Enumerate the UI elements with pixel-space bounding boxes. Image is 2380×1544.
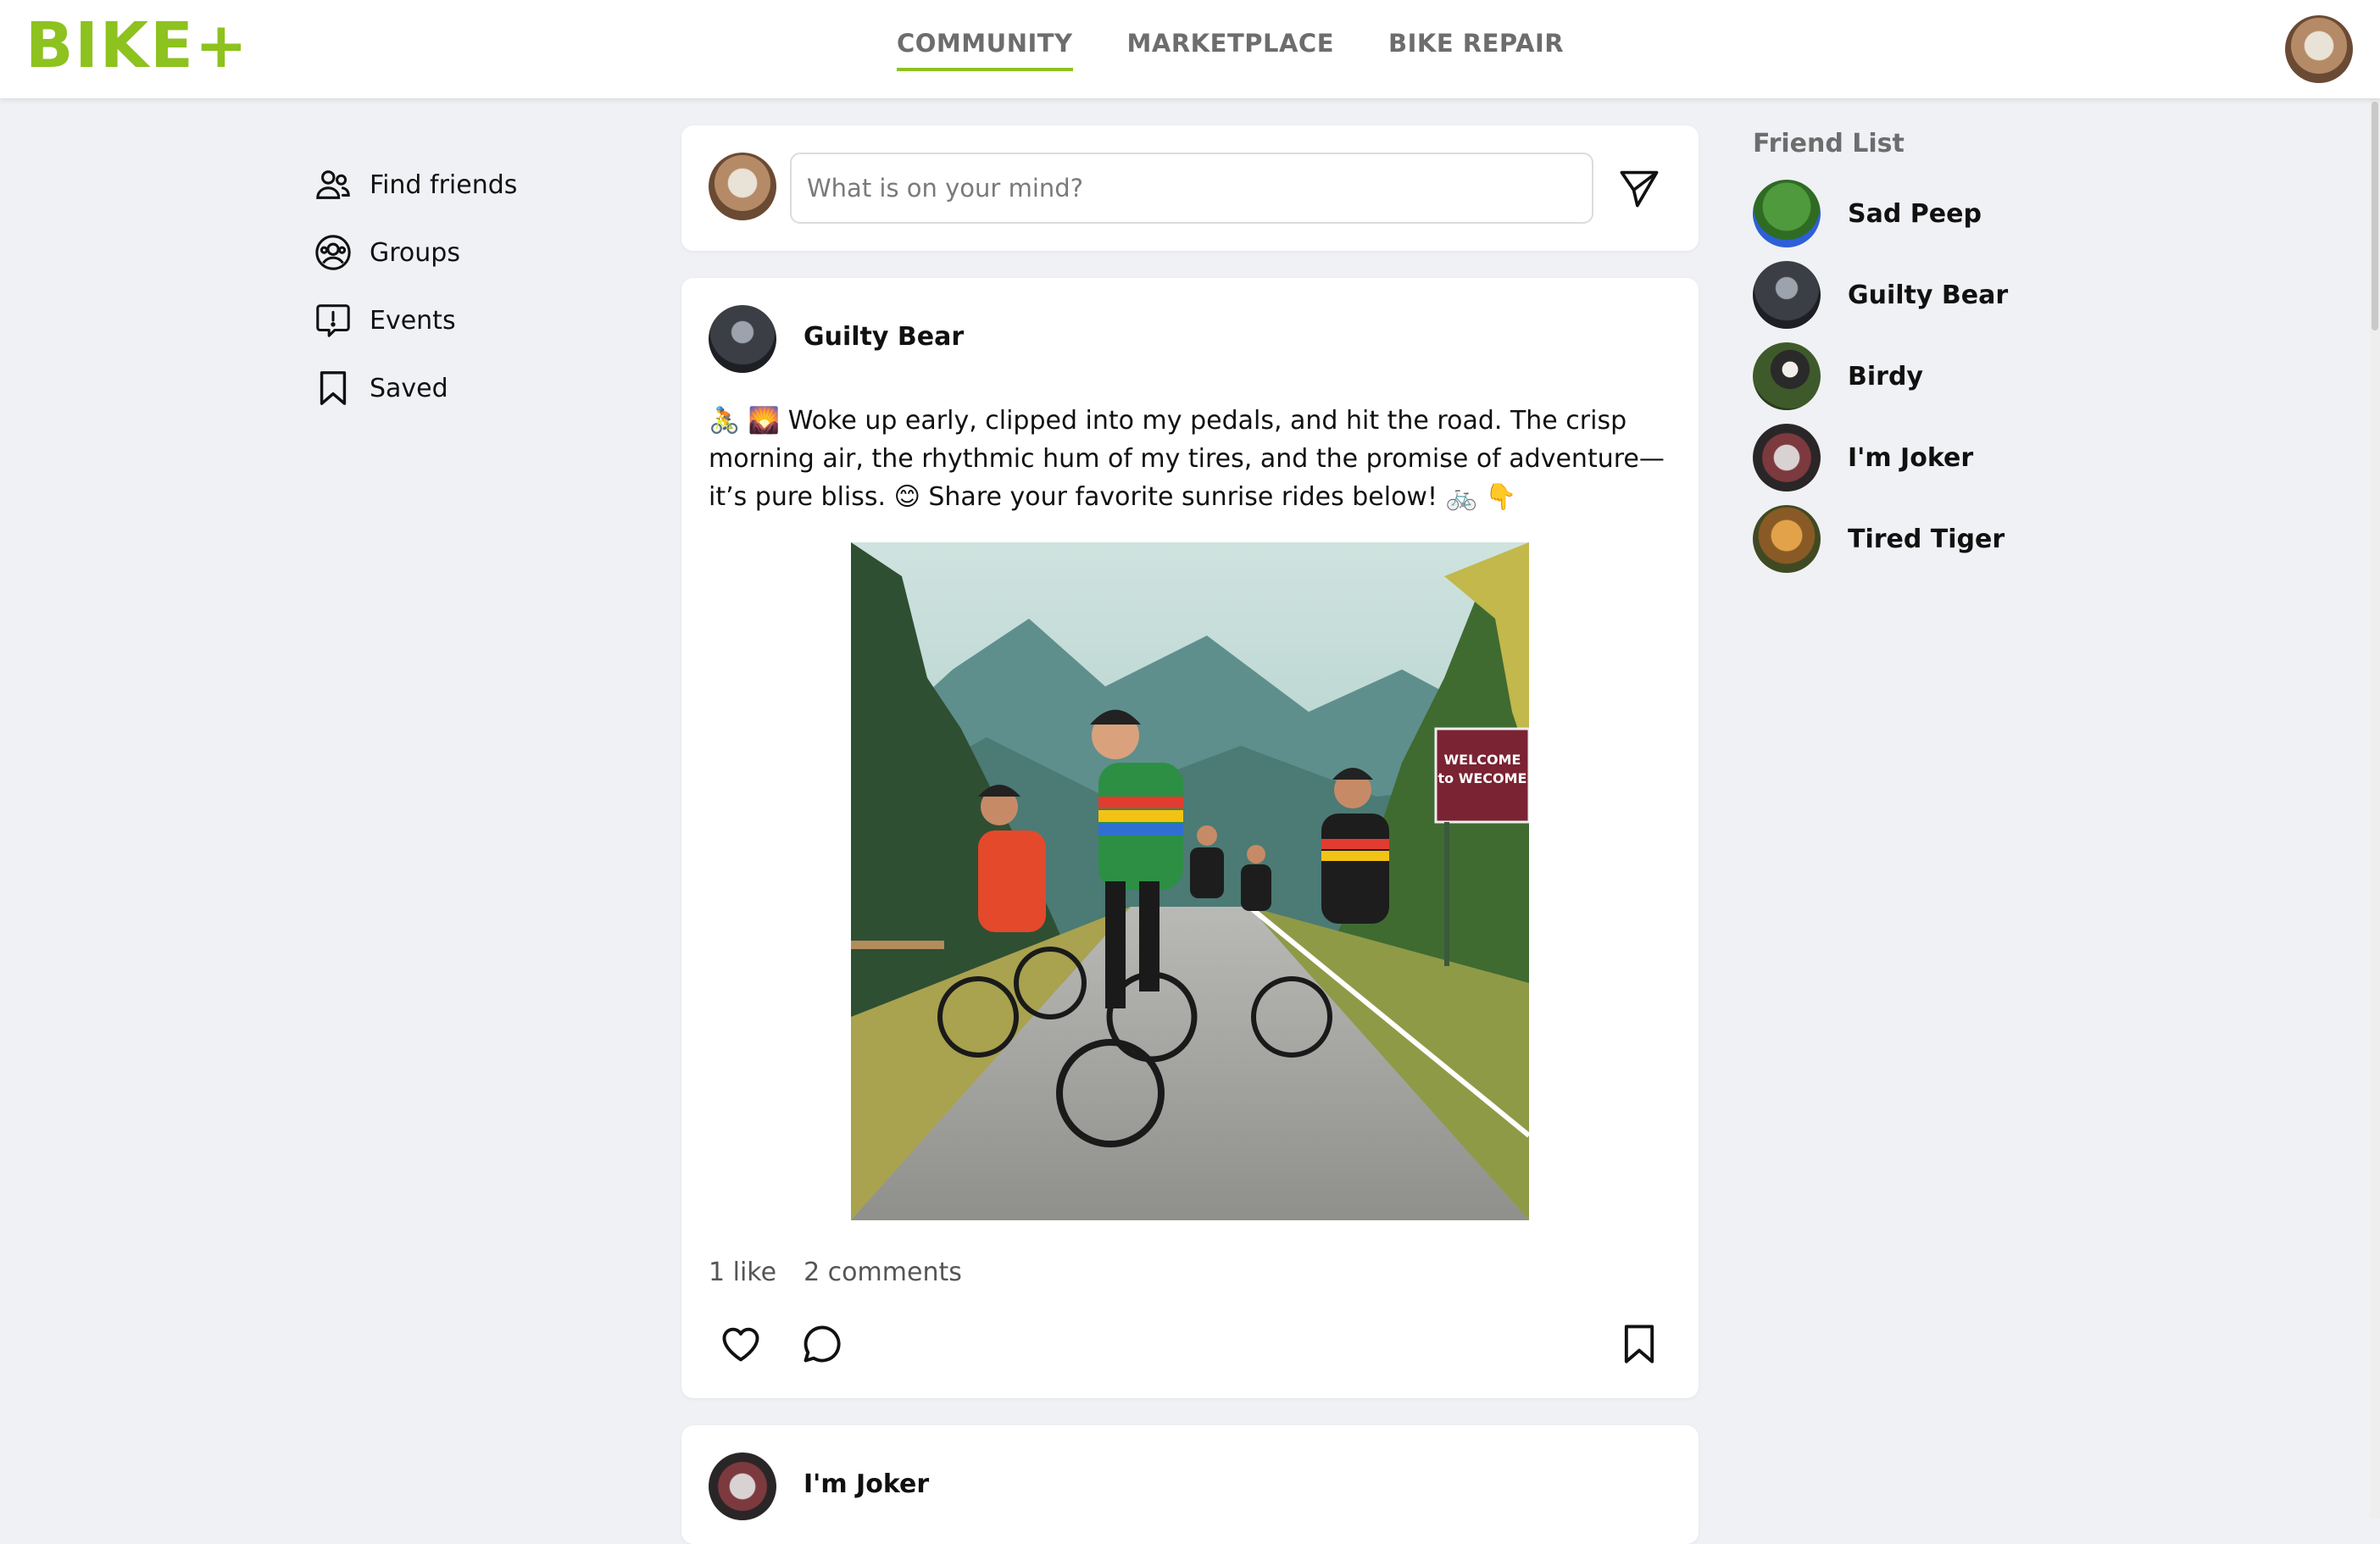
feed-post: I'm Joker [681,1425,1699,1544]
page-scrollbar-thumb[interactable] [2372,102,2378,330]
nav-tab-community[interactable]: COMMUNITY [897,29,1073,71]
friend-item-birdy[interactable]: Birdy [1753,342,1923,410]
bookmark-icon [320,371,347,405]
nav-tab-marketplace[interactable]: MARKETPLACE [1127,29,1334,71]
users-icon [316,170,350,199]
friend-name: Sad Peep [1848,198,1982,229]
sidebar-item-find-friends[interactable]: Find friends [314,151,517,219]
friend-avatar [1753,342,1821,410]
main-nav: COMMUNITY MARKETPLACE BIKE REPAIR [897,29,1564,71]
heart-icon[interactable] [719,1322,763,1366]
comment-icon[interactable] [800,1322,844,1366]
friend-avatar [1753,505,1821,573]
sidebar-item-label: Find friends [370,169,518,200]
post-body-text: 🚴 🌄 Woke up early, clipped into my pedal… [709,406,1665,512]
send-icon[interactable] [1617,166,1661,210]
like-count[interactable]: 1 like [709,1258,776,1287]
friend-avatar [1753,424,1821,492]
friend-name: I'm Joker [1848,442,1974,473]
composer-avatar [709,153,776,220]
friend-avatar [1753,261,1821,329]
left-sidebar: Find friends Groups Events Saved [314,151,517,422]
post-composer [681,125,1699,251]
sidebar-item-groups[interactable]: Groups [314,219,517,286]
nav-tab-bike-repair[interactable]: BIKE REPAIR [1388,29,1564,71]
friend-item-tired-tiger[interactable]: Tired Tiger [1753,505,2005,573]
top-header: BIKE+ COMMUNITY MARKETPLACE BIKE REPAIR [0,0,2380,98]
friend-name: Guilty Bear [1848,280,2009,310]
post-author-avatar[interactable] [709,1452,776,1520]
friend-avatar [1753,180,1821,247]
group-circle-icon [315,235,351,270]
friend-list-title: Friend List [1753,129,1905,158]
post-author-avatar[interactable] [709,305,776,373]
sidebar-item-events[interactable]: Events [314,286,517,354]
post-photo[interactable]: WELCOME to WECOME [851,542,1529,1220]
friend-name: Tired Tiger [1848,524,2005,554]
sidebar-item-label: Groups [370,237,460,268]
current-user-avatar[interactable] [2285,15,2353,83]
post-author-name[interactable]: I'm Joker [804,1469,929,1499]
bike-plus-logo[interactable]: BIKE+ [25,12,249,80]
friend-item-guilty-bear[interactable]: Guilty Bear [1753,261,2008,329]
welcome-sign-line2: to WECOME [1438,770,1527,786]
friend-name: Birdy [1848,361,1923,392]
alert-message-icon [316,304,350,337]
sidebar-item-label: Saved [370,373,448,403]
sidebar-item-label: Events [370,305,456,336]
sidebar-item-saved[interactable]: Saved [314,354,517,422]
cyclists-photo-illustration: WELCOME to WECOME [851,542,1529,1220]
friend-item-im-joker[interactable]: I'm Joker [1753,424,1973,492]
post-author-name[interactable]: Guilty Bear [804,322,964,352]
bookmark-icon[interactable] [1617,1322,1661,1366]
comment-count[interactable]: 2 comments [804,1258,962,1287]
friend-item-sad-peep[interactable]: Sad Peep [1753,180,1982,247]
feed-post: Guilty Bear 🚴 🌄 Woke up early, clipped i… [681,278,1699,1398]
post-input[interactable] [790,153,1593,224]
post-stats: 1 like 2 comments [709,1258,962,1287]
friend-list: Friend List Sad Peep Guilty Bear Birdy I… [1753,129,2008,573]
welcome-sign-line1: WELCOME [1444,752,1521,768]
